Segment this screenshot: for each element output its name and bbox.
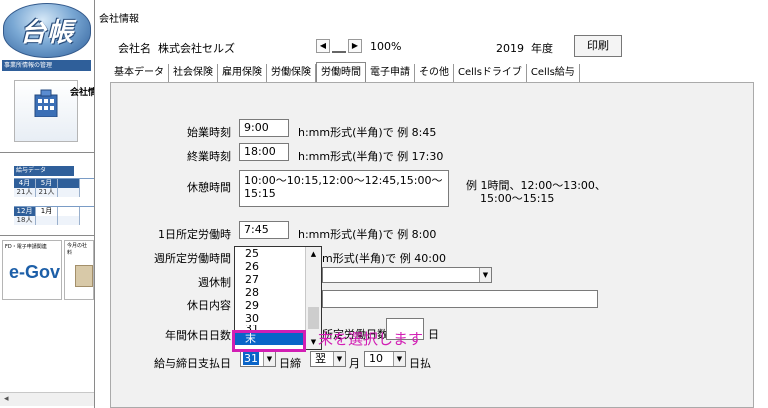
start-time-hint: h:mm形式(半角)で 例 8:45 [298,126,437,139]
egov-logo: e-Gov [9,262,61,282]
tab-other[interactable]: その他 [415,64,454,82]
title-bar: 会社情報 [96,0,768,29]
weekly-off-label: 週休制 [198,276,231,289]
calendar-month[interactable]: 1月 [36,207,58,216]
egov-button[interactable]: FD・電子申請関連 e-Gov [2,240,62,300]
closing-day-select[interactable]: 31 ▼ [240,351,276,367]
chevron-down-icon[interactable]: ▼ [479,268,491,282]
chevron-down-icon[interactable]: ▼ [393,352,405,366]
zoom-out-icon[interactable]: ◀ [316,39,330,53]
calendar-count [58,188,80,197]
payroll-calendar-row-1[interactable]: 4月 5月 21人 21人 [14,178,94,197]
navigation-sidebar: 台帳 事業所情報の管理 会社情報 給与データ 4月5月 21人21人 12月1月… [0,0,95,408]
annual-workdays-unit: 日 [428,328,439,341]
dropdown-option[interactable]: 27 [235,273,305,286]
end-time-hint: h:mm形式(半角)で 例 17:30 [298,150,444,163]
dropdown-option[interactable]: 30 [235,312,305,325]
dropdown-option[interactable]: 26 [235,260,305,273]
monthly-caption: 今月の社料 [67,243,88,256]
calendar-month[interactable] [58,207,80,216]
window-title: 会社情報 [99,14,139,25]
tab-employment-insurance[interactable]: 雇用保険 [218,64,267,82]
scroll-left-icon[interactable]: ◂ [4,394,9,404]
pay-month-select[interactable]: 翌 ▼ [310,351,346,367]
divider [0,235,94,236]
daily-hours-input[interactable]: 7:45 [239,221,289,239]
chevron-down-icon[interactable]: ▼ [333,352,345,366]
start-time-label: 始業時刻 [187,126,231,139]
end-time-label: 終業時刻 [187,150,231,163]
company-name-label: 会社名 [118,42,151,55]
tab-social-insurance[interactable]: 社会保険 [169,64,218,82]
dropdown-option[interactable]: 25 [235,247,305,260]
daicho-logo: 台帳 [3,3,91,58]
calendar-count: 21人 [36,188,58,197]
calendar-count [36,216,58,225]
calendar-month[interactable]: 5月 [36,179,58,188]
holiday-content-label: 休日内容 [187,299,231,312]
company-info-label: 会社情報 [69,88,94,98]
dropdown-option[interactable]: 29 [235,299,305,312]
pay-closing-label: 給与締日支払日 [154,357,231,370]
calendar-month[interactable]: 4月 [14,179,36,188]
company-info-button[interactable]: 会社情報 [14,80,94,142]
tab-cells-drive[interactable]: Cellsドライブ [454,64,527,82]
tab-bar: 基本データ 社会保険 雇用保険 労働保険 労働時間 電子申請 その他 Cells… [110,62,580,82]
highlight-box [232,330,306,352]
tab-basic-data[interactable]: 基本データ [110,64,169,82]
chevron-down-icon[interactable]: ▼ [263,352,275,366]
weekly-hours-hint: m形式(半角)で 例 40:00 [322,252,446,265]
daily-hours-hint: h:mm形式(半角)で 例 8:00 [298,228,437,241]
start-time-input[interactable]: 9:00 [239,119,289,137]
divider [0,152,94,153]
zoom-slider[interactable] [332,39,346,53]
weekly-hours-label: 週所定労働時間 [154,252,231,265]
calendar-month[interactable] [58,179,80,188]
office-info-header: 事業所情報の管理 [2,60,91,71]
pay-day-select[interactable]: 10 ▼ [364,351,406,367]
pay-month-unit: 月 [349,357,360,370]
end-time-input[interactable]: 18:00 [239,143,289,161]
break-time-input[interactable]: 10:00～10:15,12:00～12:45,15:00～ 15:15 [239,170,449,207]
document-icon [75,265,93,287]
tab-labor-insurance[interactable]: 労働保険 [267,64,316,82]
zoom-level: 100% [370,39,402,53]
tab-working-hours[interactable]: 労働時間 [316,62,366,82]
scroll-up-icon[interactable]: ▲ [306,247,321,261]
horizontal-scrollbar[interactable]: ◂ [0,392,94,406]
calendar-month[interactable]: 12月 [14,207,36,216]
calendar-count: 18人 [14,216,36,225]
calendar-count: 21人 [14,188,36,197]
instruction-annotation: 末を選択します [318,330,424,348]
tab-e-application[interactable]: 電子申請 [366,64,415,82]
break-time-label: 休憩時間 [187,181,231,194]
weekly-off-select[interactable]: ▼ [322,267,492,283]
egov-caption: FD・電子申請関連 [5,244,47,250]
payroll-calendar-row-2[interactable]: 12月 1月 18人 [14,206,94,225]
daily-hours-label: 1日所定労働時 [158,228,231,241]
fiscal-year: 2019 年度 [496,42,553,55]
calendar-count [58,216,80,225]
annual-holidays-label: 年間休日日数 [165,329,231,342]
holiday-content-input[interactable] [322,290,598,308]
print-button[interactable]: 印刷 [574,35,622,57]
closing-unit: 日締 [279,357,301,370]
zoom-in-icon[interactable]: ▶ [348,39,362,53]
tab-cells-payroll[interactable]: Cells給与 [526,64,580,82]
dropdown-option[interactable]: 28 [235,286,305,299]
break-time-hint: 例 1時間、12:00～13:00、 15:00～15:15 [466,179,606,205]
pay-day-unit: 日払 [409,357,431,370]
company-header-row: 会社名 株式会社セルズ ◀ ▶ 100% 2019 年度 印刷 [96,35,768,57]
zoom-control: ◀ ▶ 100% [316,38,401,54]
monthly-social-button[interactable]: 今月の社料 [64,240,94,300]
scroll-thumb[interactable] [308,307,319,329]
company-name-value: 株式会社セルズ [158,42,235,55]
pay-data-header: 給与データ [14,166,74,176]
